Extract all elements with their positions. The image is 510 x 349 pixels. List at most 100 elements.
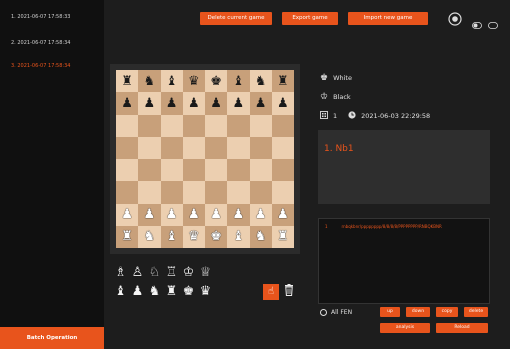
board-square[interactable] xyxy=(271,181,294,204)
black-king-icon[interactable]: ♚ xyxy=(210,75,222,88)
board-square[interactable] xyxy=(116,136,139,159)
board-square[interactable] xyxy=(182,181,205,204)
board-square[interactable] xyxy=(227,181,250,204)
black-pawn-icon[interactable]: ♟ xyxy=(166,97,178,110)
board-square[interactable]: ♚ xyxy=(205,70,228,93)
copy-button[interactable]: copy xyxy=(436,307,458,317)
board-square[interactable] xyxy=(138,159,161,182)
fen-list[interactable]: 1 rnbqkbnr/pppppppp/8/8/8/8/PPPPPPPP/RNB… xyxy=(318,218,490,304)
black-pawn-icon[interactable]: ♟ xyxy=(188,97,200,110)
white-knight-icon[interactable]: ♞ xyxy=(144,230,156,243)
board-square[interactable]: ♝ xyxy=(160,70,183,93)
board-square[interactable] xyxy=(227,159,250,182)
hand-tool-button[interactable]: ☝ xyxy=(263,284,279,300)
board-square[interactable]: ♛ xyxy=(182,225,205,248)
board-square[interactable] xyxy=(227,114,250,137)
board-square[interactable] xyxy=(160,181,183,204)
white-rook-icon[interactable]: ♜ xyxy=(277,230,289,243)
board-square[interactable] xyxy=(249,114,272,137)
board-square[interactable]: ♟ xyxy=(116,92,139,115)
white-pawn-icon[interactable]: ♟ xyxy=(233,208,245,221)
board-square[interactable] xyxy=(182,114,205,137)
black-bishop-icon[interactable]: ♝ xyxy=(166,75,178,88)
board-square[interactable]: ♟ xyxy=(138,203,161,226)
board-square[interactable]: ♟ xyxy=(271,203,294,226)
board-square[interactable]: ♟ xyxy=(249,203,272,226)
move-notation[interactable]: 1. Nb1 xyxy=(324,144,354,154)
export-game-button[interactable]: Export game xyxy=(282,12,338,25)
board-square[interactable] xyxy=(160,136,183,159)
black-pawn-icon[interactable]: ♟ xyxy=(255,97,267,110)
up-button[interactable]: up xyxy=(380,307,400,317)
white-pawn-icon[interactable]: ♟ xyxy=(188,208,200,221)
black-rook-icon[interactable]: ♜ xyxy=(121,75,133,88)
board-square[interactable]: ♟ xyxy=(205,92,228,115)
palette-white-knight-icon[interactable]: ♘ xyxy=(147,265,162,280)
palette-black-queen-icon[interactable]: ♛ xyxy=(198,284,213,299)
white-pawn-icon[interactable]: ♟ xyxy=(144,208,156,221)
board-square[interactable] xyxy=(205,181,228,204)
white-pawn-icon[interactable]: ♟ xyxy=(166,208,178,221)
board-square[interactable] xyxy=(138,114,161,137)
game-list-item[interactable]: 2. 2021-06-07 17:58:34 xyxy=(0,36,104,50)
board-square[interactable] xyxy=(249,136,272,159)
black-queen-icon[interactable]: ♛ xyxy=(188,75,200,88)
toggle-icon[interactable] xyxy=(472,14,482,33)
board-square[interactable] xyxy=(182,159,205,182)
white-bishop-icon[interactable]: ♝ xyxy=(166,230,178,243)
board-square[interactable]: ♟ xyxy=(138,92,161,115)
black-pawn-icon[interactable]: ♟ xyxy=(210,97,222,110)
board-square[interactable] xyxy=(116,114,139,137)
board-square[interactable] xyxy=(205,159,228,182)
delete-current-game-button[interactable]: Delete current game xyxy=(200,12,272,25)
delete-fen-button[interactable]: delete xyxy=(464,307,488,317)
board-square[interactable]: ♚ xyxy=(205,225,228,248)
chess-board[interactable]: ♜ ♞ ♝ ♛ ♚ ♝ ♞ ♜ ♟ ♟ ♟ ♟ ♟ ♟ ♟ ♟ ♟ ♟ ♟ ♟ ♟ ♟ ♟ ♟ ♜ ♞ ♝ ♛ ♚ ♝ ♞ ♜ xyxy=(116,70,294,248)
board-square[interactable]: ♞ xyxy=(138,225,161,248)
board-square[interactable] xyxy=(227,136,250,159)
palette-black-rook-icon[interactable]: ♜ xyxy=(164,284,179,299)
white-pawn-icon[interactable]: ♟ xyxy=(277,208,289,221)
black-pawn-icon[interactable]: ♟ xyxy=(277,97,289,110)
board-square[interactable] xyxy=(205,114,228,137)
palette-white-bishop-icon[interactable]: ♗ xyxy=(113,265,128,280)
fen-row[interactable]: 1 rnbqkbnr/pppppppp/8/8/8/8/PPPPPPPP/RNB… xyxy=(325,224,483,229)
white-queen-icon[interactable]: ♛ xyxy=(188,230,200,243)
board-square[interactable]: ♜ xyxy=(271,70,294,93)
palette-white-pawn-icon[interactable]: ♙ xyxy=(130,265,145,280)
palette-black-pawn-icon[interactable]: ♟ xyxy=(130,284,145,299)
white-knight-icon[interactable]: ♞ xyxy=(255,230,267,243)
batch-operation-button[interactable]: Batch Operation xyxy=(0,327,104,349)
palette-white-king-icon[interactable]: ♔ xyxy=(181,265,196,280)
black-pawn-icon[interactable]: ♟ xyxy=(144,97,156,110)
black-knight-icon[interactable]: ♞ xyxy=(144,75,156,88)
down-button[interactable]: down xyxy=(406,307,430,317)
board-square[interactable]: ♝ xyxy=(227,70,250,93)
board-square[interactable]: ♟ xyxy=(182,92,205,115)
board-square[interactable]: ♟ xyxy=(271,92,294,115)
board-square[interactable]: ♟ xyxy=(249,92,272,115)
board-square[interactable]: ♜ xyxy=(116,70,139,93)
board-square[interactable] xyxy=(116,181,139,204)
board-square[interactable] xyxy=(116,159,139,182)
board-square[interactable] xyxy=(271,136,294,159)
board-square[interactable]: ♟ xyxy=(227,92,250,115)
palette-white-queen-icon[interactable]: ♕ xyxy=(198,265,213,280)
board-square[interactable]: ♟ xyxy=(160,92,183,115)
import-new-game-button[interactable]: Import new game xyxy=(348,12,428,25)
black-pawn-icon[interactable]: ♟ xyxy=(233,97,245,110)
white-bishop-icon[interactable]: ♝ xyxy=(233,230,245,243)
board-square[interactable] xyxy=(182,136,205,159)
moves-panel[interactable]: 1. Nb1 xyxy=(318,130,490,204)
board-square[interactable]: ♛ xyxy=(182,70,205,93)
board-square[interactable]: ♟ xyxy=(227,203,250,226)
black-knight-icon[interactable]: ♞ xyxy=(255,75,267,88)
board-square[interactable]: ♟ xyxy=(160,203,183,226)
white-rook-icon[interactable]: ♜ xyxy=(121,230,133,243)
board-square[interactable] xyxy=(138,136,161,159)
board-square[interactable]: ♞ xyxy=(249,225,272,248)
game-list-item-active[interactable]: 3. 2021-06-07 17:58:34 xyxy=(0,59,104,73)
board-square[interactable] xyxy=(205,136,228,159)
analysis-button[interactable]: analysis xyxy=(380,323,430,333)
board-square[interactable]: ♜ xyxy=(116,225,139,248)
